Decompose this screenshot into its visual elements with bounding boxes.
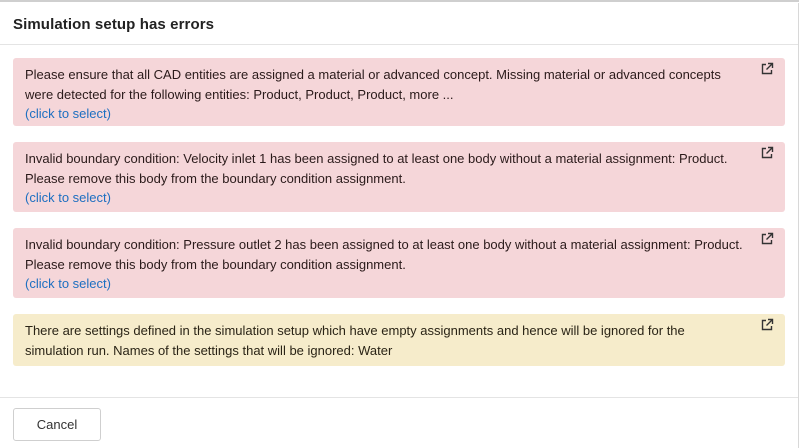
click-to-select-link[interactable]: (click to select) — [25, 188, 745, 208]
dialog-footer: Cancel — [0, 397, 798, 448]
alert-message: Invalid boundary condition: Pressure out… — [25, 237, 743, 272]
alert-message: Please ensure that all CAD entities are … — [25, 67, 721, 102]
external-link-icon[interactable] — [760, 318, 774, 332]
click-to-select-link[interactable]: (click to select) — [25, 274, 745, 294]
alert-message: Invalid boundary condition: Velocity inl… — [25, 151, 728, 186]
alert-message: There are settings defined in the simula… — [25, 323, 685, 358]
external-link-icon[interactable] — [760, 232, 774, 246]
error-alert-pressure-outlet: Invalid boundary condition: Pressure out… — [13, 228, 785, 298]
dialog-body: Please ensure that all CAD entities are … — [0, 45, 798, 366]
simulation-errors-dialog: Simulation setup has errors Please ensur… — [0, 3, 799, 448]
cancel-button[interactable]: Cancel — [13, 408, 101, 441]
warning-alert-ignored-settings: There are settings defined in the simula… — [13, 314, 785, 366]
error-alert-velocity-inlet: Invalid boundary condition: Velocity inl… — [13, 142, 785, 212]
click-to-select-link[interactable]: (click to select) — [25, 104, 745, 124]
external-link-icon[interactable] — [760, 146, 774, 160]
dialog-title: Simulation setup has errors — [13, 16, 215, 33]
dialog-header: Simulation setup has errors — [0, 3, 798, 45]
error-alert-missing-material: Please ensure that all CAD entities are … — [13, 58, 785, 126]
external-link-icon[interactable] — [760, 62, 774, 76]
